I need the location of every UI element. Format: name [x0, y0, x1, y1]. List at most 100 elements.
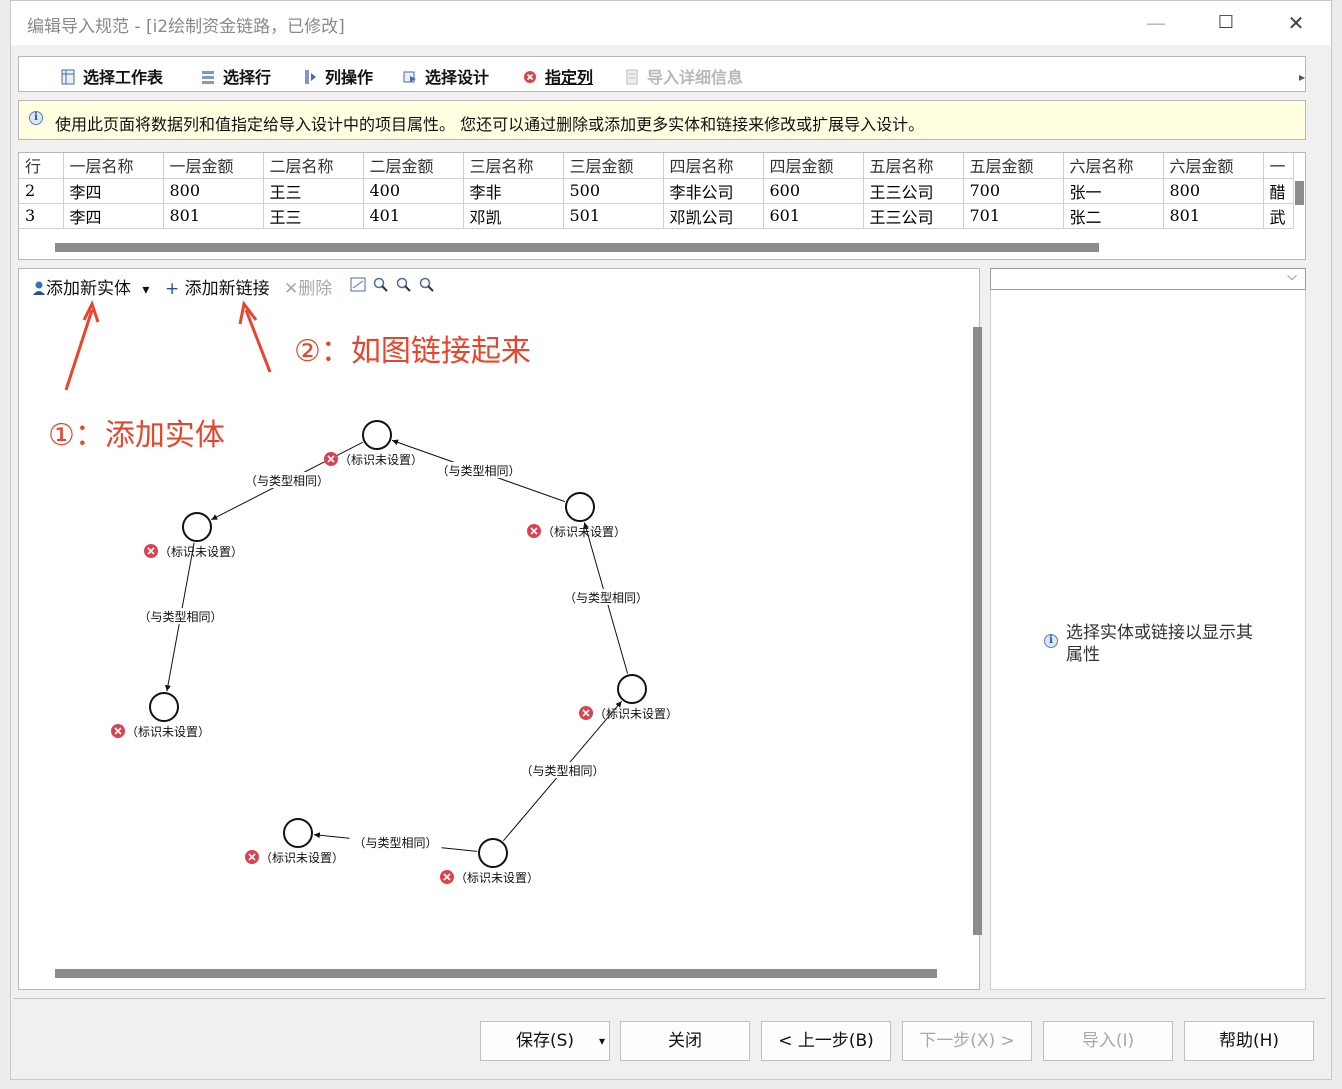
table-cell[interactable]: 801	[163, 203, 264, 229]
table-cell[interactable]: 801	[1163, 203, 1264, 229]
entity-node[interactable]	[362, 420, 392, 450]
zoom-in-icon[interactable]	[373, 277, 388, 292]
save-dropdown-icon[interactable]: ▾	[599, 1022, 605, 1060]
tab-assign-columns[interactable]: 指定列	[523, 64, 593, 87]
link-label[interactable]: （与类型相同）	[436, 464, 520, 478]
link-label[interactable]: （与类型相同）	[353, 836, 437, 850]
maximize-button[interactable]: ☐	[1211, 9, 1241, 37]
import-button[interactable]: 导入(I)	[1043, 1021, 1173, 1061]
help-button[interactable]: 帮助(H)	[1184, 1021, 1314, 1061]
table-cell[interactable]: 李四	[63, 178, 164, 204]
next-button[interactable]: 下一步(X) >	[902, 1021, 1032, 1061]
minimize-button[interactable]: —	[1141, 9, 1171, 37]
canvas-vertical-scrollbar[interactable]	[973, 327, 982, 935]
table-cell[interactable]: 400	[363, 178, 464, 204]
table-cell[interactable]: 王三公司	[863, 203, 964, 229]
worksheet-icon	[61, 69, 75, 85]
entity-label[interactable]: （标识未设置）	[339, 453, 423, 467]
column-header[interactable]: 一层金额	[163, 153, 264, 179]
entity-label[interactable]: （标识未设置）	[260, 851, 344, 865]
tab-import-details[interactable]: 导入详细信息	[625, 64, 743, 87]
close-window-button[interactable]: ✕	[1281, 9, 1311, 37]
table-row[interactable]: 2 李四 800 王三 400 李非 500 李非公司 600 王三公司 700 张一 800 醋	[19, 178, 1294, 204]
column-header[interactable]: 一层名称	[63, 153, 164, 179]
entity-label[interactable]: （标识未设置）	[126, 725, 210, 739]
grid-vertical-scrollbar[interactable]	[1295, 181, 1304, 205]
entity-node[interactable]	[182, 512, 212, 542]
table-cell[interactable]: 武	[1263, 203, 1294, 229]
table-cell[interactable]: 王三	[263, 178, 364, 204]
zoom-out-icon[interactable]	[396, 277, 411, 292]
column-header[interactable]: 二层名称	[263, 153, 364, 179]
table-cell[interactable]: 李四	[63, 203, 164, 229]
column-header[interactable]: 一	[1263, 153, 1294, 179]
table-cell[interactable]: 邓凯	[463, 203, 564, 229]
details-icon	[625, 69, 639, 85]
zoom-actual-icon[interactable]	[419, 277, 434, 292]
entity-node[interactable]	[617, 674, 647, 704]
table-cell[interactable]: 张一	[1063, 178, 1164, 204]
close-button[interactable]: 关闭	[620, 1021, 750, 1061]
tab-scroll-right-icon[interactable]: ▸	[1299, 70, 1305, 84]
entity-label[interactable]: （标识未设置）	[594, 707, 678, 721]
error-icon	[523, 69, 537, 85]
column-header[interactable]: 二层金额	[363, 153, 464, 179]
table-cell[interactable]: 3	[19, 203, 64, 229]
table-cell[interactable]: 401	[363, 203, 464, 229]
table-cell[interactable]: 2	[19, 178, 64, 204]
table-cell[interactable]: 王三公司	[863, 178, 964, 204]
tab-select-design[interactable]: 选择设计	[403, 64, 489, 87]
column-header[interactable]: 三层金额	[563, 153, 664, 179]
table-cell[interactable]: 李非	[463, 178, 564, 204]
fit-view-icon[interactable]	[350, 277, 366, 292]
entity-node[interactable]	[283, 818, 313, 848]
column-header[interactable]: 四层金额	[763, 153, 864, 179]
error-icon	[527, 524, 541, 538]
column-header[interactable]: 四层名称	[663, 153, 764, 179]
table-cell[interactable]: 张二	[1063, 203, 1164, 229]
entity-node[interactable]	[149, 692, 179, 722]
canvas-horizontal-scrollbar[interactable]	[55, 969, 937, 978]
entity-node[interactable]	[565, 492, 595, 522]
link-label[interactable]: （与类型相同）	[520, 764, 604, 778]
column-header[interactable]: 行	[19, 153, 64, 179]
table-cell[interactable]: 王三	[263, 203, 364, 229]
link-label[interactable]: （与类型相同）	[138, 610, 222, 624]
table-cell[interactable]: 700	[963, 178, 1064, 204]
table-cell[interactable]: 601	[763, 203, 864, 229]
entity-label[interactable]: （标识未设置）	[159, 545, 243, 559]
table-cell[interactable]: 800	[163, 178, 264, 204]
grid-horizontal-scrollbar[interactable]	[55, 243, 1099, 252]
column-header[interactable]: 五层名称	[863, 153, 964, 179]
table-cell[interactable]: 500	[563, 178, 664, 204]
table-cell[interactable]: 醋	[1263, 178, 1294, 204]
rows-icon	[201, 69, 215, 85]
entity-label[interactable]: （标识未设置）	[455, 871, 539, 885]
tab-column-operations[interactable]: 列操作	[303, 64, 373, 87]
table-cell[interactable]: 701	[963, 203, 1064, 229]
save-button[interactable]: 保存(S) ▾	[480, 1021, 610, 1061]
data-grid[interactable]: 行一层名称 一层金额 二层名称 二层金额 三层名称 三层金额 四层名称 四层金额 五层名称 五层金…	[18, 152, 1306, 260]
link-label[interactable]: （与类型相同）	[245, 474, 329, 488]
column-header[interactable]: 五层金额	[963, 153, 1064, 179]
arrow-to-add-entity	[64, 309, 94, 391]
window-title: 编辑导入规范 - [i2绘制资金链路，已修改]	[27, 17, 345, 37]
view-tools	[350, 277, 436, 298]
annotation-step-1: ①：添加实体	[48, 418, 225, 453]
tab-select-worksheet[interactable]: 选择工作表	[61, 64, 163, 87]
entity-label[interactable]: （标识未设置）	[542, 525, 626, 539]
table-cell[interactable]: 邓凯公司	[663, 203, 764, 229]
table-cell[interactable]: 800	[1163, 178, 1264, 204]
properties-selector[interactable]: ⌵	[990, 268, 1306, 290]
column-header[interactable]: 六层名称	[1063, 153, 1164, 179]
previous-button[interactable]: < 上一步(B)	[761, 1021, 891, 1061]
table-cell[interactable]: 501	[563, 203, 664, 229]
column-header[interactable]: 三层名称	[463, 153, 564, 179]
table-cell[interactable]: 李非公司	[663, 178, 764, 204]
link-label[interactable]: （与类型相同）	[564, 591, 648, 605]
table-row[interactable]: 3 李四 801 王三 401 邓凯 501 邓凯公司 601 王三公司 701 张二 801 武	[19, 203, 1294, 229]
table-cell[interactable]: 600	[763, 178, 864, 204]
column-header[interactable]: 六层金额	[1163, 153, 1264, 179]
tab-select-rows[interactable]: 选择行	[201, 64, 271, 87]
entity-node[interactable]	[478, 838, 508, 868]
